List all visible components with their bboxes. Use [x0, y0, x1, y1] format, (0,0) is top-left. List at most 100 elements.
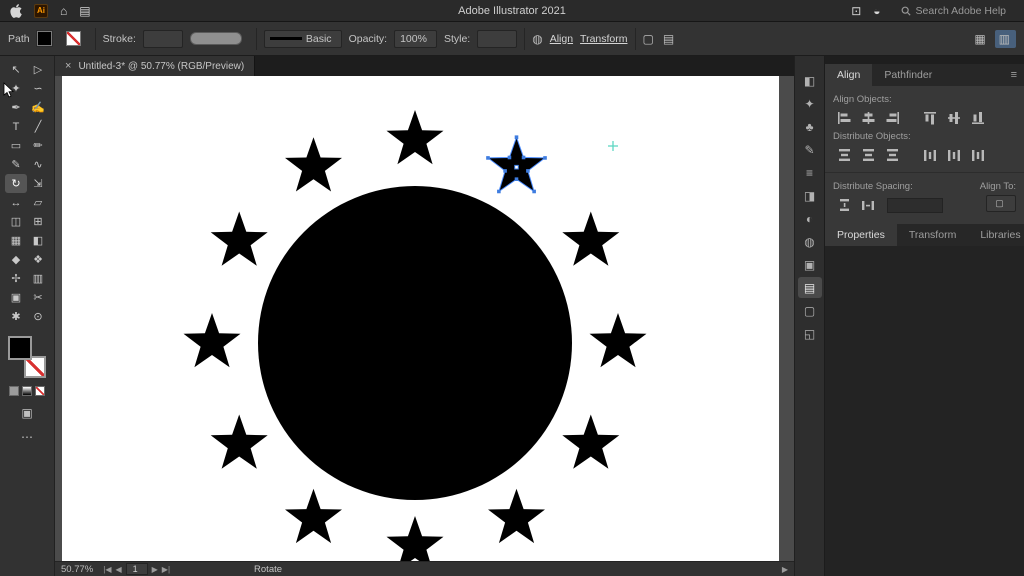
curvature-tool[interactable]: ✍ — [27, 98, 49, 117]
panel-menu-icon[interactable]: ≡ — [1004, 64, 1024, 86]
transform-link[interactable]: Transform — [580, 33, 627, 45]
anchor-handle[interactable] — [526, 169, 530, 173]
asset-export-panel-icon[interactable]: ◱ — [798, 323, 822, 344]
symbols-panel-icon[interactable]: ♣ — [798, 116, 822, 137]
rectangle-tool[interactable]: ▭ — [5, 136, 27, 155]
home-icon[interactable]: ⌂ — [60, 3, 67, 19]
artwork-star-10[interactable] — [211, 212, 268, 266]
distribute-vertical-center-icon[interactable] — [857, 145, 879, 165]
blend-tool[interactable]: ❖ — [27, 250, 49, 269]
workspace-grid-icon[interactable]: ▦ — [974, 32, 985, 46]
gradient-mode-icon[interactable] — [22, 386, 32, 396]
tab-pathfinder[interactable]: Pathfinder — [872, 64, 944, 86]
magic-wand-tool[interactable]: ✦ — [5, 79, 27, 98]
shape-builder-tool[interactable]: ◫ — [5, 212, 27, 231]
artwork-circle[interactable] — [258, 186, 572, 500]
selection-center-handle[interactable] — [515, 165, 519, 169]
tab-align[interactable]: Align — [825, 64, 872, 86]
illustrator-app-icon[interactable]: Ai — [34, 4, 48, 18]
color-panel-icon[interactable]: ◧ — [798, 70, 822, 91]
fill-swatch-large[interactable] — [8, 336, 32, 360]
direct-selection-tool[interactable]: ▷ — [27, 60, 49, 79]
stroke-panel-icon[interactable]: ≡ — [798, 162, 822, 183]
mesh-tool[interactable]: ▦ — [5, 231, 27, 250]
scale-tool[interactable]: ⇲ — [27, 174, 49, 193]
align-horizontal-center-icon[interactable] — [857, 108, 879, 128]
artwork-star-5[interactable] — [488, 489, 545, 543]
perspective-grid-tool[interactable]: ⊞ — [27, 212, 49, 231]
anchor-handle[interactable] — [522, 156, 526, 160]
graphic-styles-panel-icon[interactable]: ▣ — [798, 254, 822, 275]
color-mode-icon[interactable] — [9, 386, 19, 396]
anchor-handle[interactable] — [515, 135, 519, 139]
next-artboard-button[interactable]: ▶ — [152, 565, 158, 574]
artwork-star-7[interactable] — [285, 489, 342, 543]
artwork-star-11[interactable] — [285, 137, 342, 191]
align-link[interactable]: Align — [550, 33, 573, 45]
apple-menu-icon[interactable] — [10, 3, 22, 19]
rotate-tool[interactable]: ↻ — [5, 174, 27, 193]
stroke-weight-dropdown[interactable] — [143, 30, 183, 48]
artwork-star-1[interactable] — [488, 137, 545, 191]
distribute-vertical-top-icon[interactable] — [833, 145, 855, 165]
panel-dock-toggle-icon[interactable]: ▥ — [995, 30, 1016, 48]
brush-definition-dropdown[interactable]: Basic — [264, 30, 342, 48]
selection-tool[interactable]: ↖ — [5, 60, 27, 79]
color-guide-panel-icon[interactable]: ✦ — [798, 93, 822, 114]
spacing-value-input[interactable] — [887, 198, 943, 213]
align-horizontal-left-icon[interactable] — [833, 108, 855, 128]
anchor-handle[interactable] — [497, 190, 501, 194]
stroke-color-swatch[interactable] — [66, 31, 81, 46]
first-artboard-button[interactable]: |◀ — [103, 565, 111, 574]
artwork-star-0[interactable] — [387, 110, 444, 164]
artwork-star-8[interactable] — [211, 415, 268, 469]
tab-transform[interactable]: Transform — [897, 224, 968, 246]
fill-color-swatch[interactable] — [37, 31, 52, 46]
align-to-dropdown[interactable]: ▢ — [986, 195, 1016, 212]
tab-properties[interactable]: Properties — [825, 224, 897, 246]
align-vertical-bottom-icon[interactable] — [967, 108, 989, 128]
pen-tool[interactable]: ✒ — [5, 98, 27, 117]
artwork-star-2[interactable] — [562, 212, 619, 266]
layers-panel-icon[interactable]: ▤ — [798, 277, 822, 298]
pencil-tool[interactable]: ✎ — [5, 155, 27, 174]
anchor-handle[interactable] — [486, 156, 490, 160]
artwork-star-6[interactable] — [387, 516, 444, 561]
anchor-handle[interactable] — [508, 156, 512, 160]
scroll-right-arrow[interactable]: ▶ — [782, 565, 788, 574]
anchor-handle[interactable] — [543, 156, 547, 160]
slice-tool[interactable]: ✂ — [27, 288, 49, 307]
distribute-horizontal-center-icon[interactable] — [943, 145, 965, 165]
artboard-number-dropdown[interactable]: 1 — [126, 563, 148, 575]
gradient-panel-icon[interactable]: ◨ — [798, 185, 822, 206]
prev-artboard-button[interactable]: ◀ — [115, 565, 121, 574]
distribute-horizontal-left-icon[interactable] — [919, 145, 941, 165]
line-segment-tool[interactable]: ╱ — [27, 117, 49, 136]
workspace-switcher-icon[interactable]: ▤ — [79, 3, 94, 19]
appearance-panel-icon[interactable]: ◍ — [798, 231, 822, 252]
tab-libraries[interactable]: Libraries — [968, 224, 1024, 246]
isolate-object-icon[interactable]: ▢ — [643, 32, 656, 46]
recolor-artwork-icon[interactable]: ◍ — [532, 32, 542, 46]
select-similar-icon[interactable]: ▤ — [663, 32, 676, 46]
document-tab[interactable]: × Untitled-3* @ 50.77% (RGB/Preview) — [55, 56, 255, 76]
shaper-tool[interactable]: ∿ — [27, 155, 49, 174]
symbol-sprayer-tool[interactable]: ✢ — [5, 269, 27, 288]
variable-width-profile-preview[interactable] — [190, 32, 242, 45]
artboards-panel-icon[interactable]: ▢ — [798, 300, 822, 321]
align-vertical-center-icon[interactable] — [943, 108, 965, 128]
align-horizontal-right-icon[interactable] — [881, 108, 903, 128]
last-artboard-button[interactable]: ▶| — [162, 565, 170, 574]
column-graph-tool[interactable]: ▥ — [27, 269, 49, 288]
edit-toolbar-button[interactable]: ⋯ — [21, 430, 33, 444]
vertical-distribute-space-icon[interactable] — [833, 195, 855, 215]
help-search-field[interactable]: Search Adobe Help — [893, 4, 1014, 18]
align-vertical-top-icon[interactable] — [919, 108, 941, 128]
none-mode-icon[interactable] — [35, 386, 45, 396]
eyedropper-tool[interactable]: ◆ — [5, 250, 27, 269]
artboard-tool[interactable]: ▣ — [5, 288, 27, 307]
brushes-panel-icon[interactable]: ✎ — [798, 139, 822, 160]
anchor-handle[interactable] — [515, 177, 519, 181]
zoom-level-dropdown[interactable]: 50.77% — [61, 564, 97, 575]
help-bulb-icon[interactable]: ◒ — [873, 3, 880, 19]
